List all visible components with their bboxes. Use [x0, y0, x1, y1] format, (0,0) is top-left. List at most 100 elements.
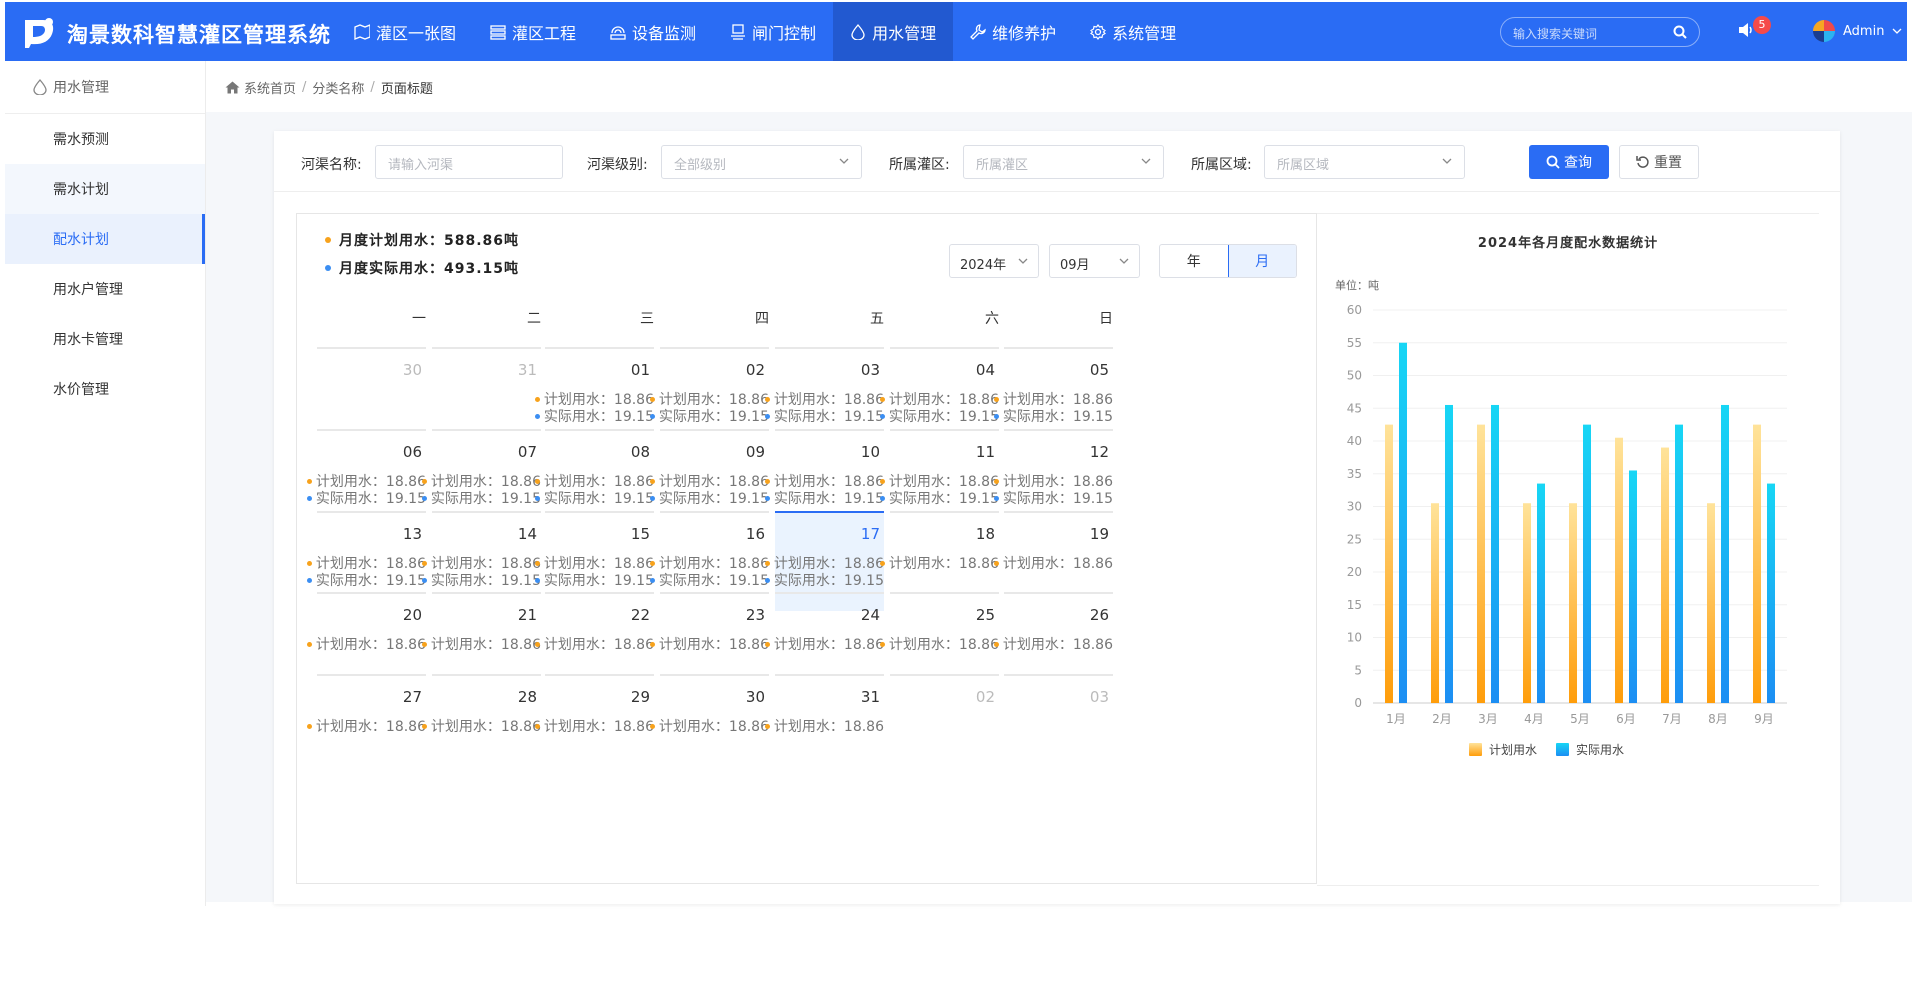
reset-button[interactable]: 重置 [1619, 145, 1699, 179]
day-number: 09 [745, 443, 765, 461]
region-select[interactable]: 所属区域 [1264, 145, 1465, 179]
blue-dot-icon [993, 413, 999, 419]
month-select[interactable]: 09月 [1049, 244, 1140, 278]
calendar-day[interactable]: 02 [890, 674, 999, 774]
orange-dot-icon [764, 396, 770, 402]
actual-text: 实际用水：19.15 [315, 491, 426, 507]
chart-panel: 2024年各月度配水数据统计 单位：吨 0 5 10 15 20 25 30 35 40 45 50 55… [1317, 213, 1819, 886]
breadcrumb-category[interactable]: 分类名称 [312, 78, 364, 97]
district-placeholder: 所属灌区 [976, 158, 1029, 173]
main-nav: 灌区一张图 灌区工程 设备监测 闸门控制 用水管理 维修养护 系统管理 [337, 2, 1193, 61]
actual-text: 实际用水：19.15 [773, 409, 884, 425]
home-icon[interactable] [225, 81, 240, 94]
calendar-day[interactable]: 28 计划用水：18.86 [421, 674, 541, 774]
water-drop-icon [33, 79, 47, 95]
nav-item-7[interactable]: 系统管理 [1073, 2, 1193, 61]
orange-dot-icon [993, 641, 999, 647]
monitor-icon [610, 25, 626, 40]
day-number: 26 [1089, 606, 1109, 624]
blue-dot-icon [649, 495, 655, 501]
day-number: 27 [402, 688, 422, 706]
sidebar-item-4[interactable]: 用水户管理 [5, 264, 205, 314]
actual-text: 实际用水：19.15 [773, 491, 884, 507]
weekday-header: 二 [527, 311, 541, 327]
search-input[interactable]: 输入搜索关键词 [1500, 17, 1700, 47]
top-navbar: 淘景数科智慧灌区管理系统 灌区一张图 灌区工程 设备监测 闸门控制 用水管理 维修养护 系统… [5, 2, 1907, 61]
day-number: 24 [860, 606, 880, 624]
blue-dot-icon [764, 577, 770, 583]
orange-dot-icon [649, 396, 655, 402]
day-number: 13 [402, 525, 422, 543]
orange-dot-icon [764, 478, 770, 484]
planned-text: 计划用水：18.86 [430, 637, 541, 653]
y-tick-label: 10 [1347, 631, 1362, 645]
legend-planned-swatch [1469, 743, 1482, 756]
region-label: 所属区域: [1191, 157, 1252, 173]
sidebar-item-3[interactable]: 配水计划 [5, 214, 205, 264]
day-number: 10 [860, 443, 880, 461]
user-menu[interactable]: Admin [1813, 20, 1902, 42]
orange-dot-icon [879, 478, 885, 484]
sidebar-menu: 需水预测需水计划 配水计划用水户管理用水卡管理 水价管理 [5, 114, 205, 414]
user-name: Admin [1843, 23, 1885, 39]
blue-dot-icon [649, 413, 655, 419]
nav-label: 灌区一张图 [376, 23, 457, 43]
x-tick-label: 2月 [1432, 712, 1452, 726]
orange-dot-icon [534, 478, 540, 484]
day-number: 08 [630, 443, 650, 461]
search-icon[interactable] [1673, 25, 1687, 39]
x-tick-label: 1月 [1386, 712, 1406, 726]
calendar-day[interactable]: 31 计划用水：18.86 [764, 674, 884, 774]
year-view-button[interactable]: 年 [1160, 245, 1228, 277]
actual-line: 实际用水：19.15 [534, 488, 654, 508]
sidebar-item-label: 用水户管理 [53, 282, 123, 298]
actual-text: 实际用水：19.15 [543, 573, 654, 589]
day-number: 14 [517, 525, 537, 543]
nav-label: 灌区工程 [512, 23, 577, 43]
actual-text: 实际用水：19.15 [1002, 491, 1113, 507]
nav-item-4[interactable]: 闸门控制 [713, 2, 833, 61]
nav-label: 系统管理 [1112, 23, 1177, 43]
reset-label: 重置 [1654, 155, 1682, 171]
planned-line: 计划用水：18.86 [649, 634, 769, 654]
planned-line: 计划用水：18.86 [879, 634, 999, 654]
blue-dot-icon [764, 413, 770, 419]
calendar-day[interactable]: 27 计划用水：18.86 [306, 674, 426, 774]
blue-dot-icon [879, 495, 885, 501]
nav-item-5[interactable]: 用水管理 [833, 2, 954, 61]
canal-name-input[interactable]: 请输入河渠 [375, 145, 563, 179]
planned-line: 计划用水：18.86 [534, 634, 654, 654]
sidebar-item-1[interactable]: 需水预测 [5, 114, 205, 164]
planned-text: 计划用水：18.86 [543, 719, 654, 735]
refresh-icon [1636, 156, 1649, 168]
breadcrumb-home[interactable]: 系统首页 [244, 78, 296, 97]
day-number: 18 [975, 525, 995, 543]
calendar-day[interactable]: 30 计划用水：18.86 [649, 674, 769, 774]
actual-text: 实际用水：19.15 [888, 409, 999, 425]
nav-item-6[interactable]: 维修养护 [953, 2, 1073, 61]
district-select[interactable]: 所属灌区 [963, 145, 1164, 179]
sidebar-item-2[interactable]: 需水计划 [5, 164, 205, 214]
year-select[interactable]: 2024年 [949, 244, 1039, 278]
y-tick-label: 35 [1347, 467, 1362, 481]
calendar-day[interactable]: 03 [1004, 674, 1113, 774]
planned-bar [1569, 503, 1577, 703]
sidebar-item-6[interactable]: 水价管理 [5, 364, 205, 414]
orange-dot-icon [764, 723, 770, 729]
nav-item-3[interactable]: 设备监测 [593, 2, 713, 61]
planned-line: 计划用水：18.86 [764, 634, 884, 654]
day-number: 30 [745, 688, 765, 706]
day-number: 31 [860, 688, 880, 706]
sidebar-item-label: 需水预测 [53, 132, 109, 148]
orange-dot-icon [764, 641, 770, 647]
nav-item-1[interactable]: 灌区一张图 [337, 2, 473, 61]
calendar-day[interactable]: 29 计划用水：18.86 [534, 674, 654, 774]
sidebar-item-5[interactable]: 用水卡管理 [5, 314, 205, 364]
blue-dot-icon [306, 495, 312, 501]
query-button[interactable]: 查询 [1529, 145, 1609, 179]
actual-line: 实际用水：19.15 [649, 488, 769, 508]
weekday-header: 四 [755, 311, 769, 327]
nav-item-2[interactable]: 灌区工程 [473, 2, 593, 61]
month-view-button[interactable]: 月 [1227, 245, 1296, 277]
canal-level-select[interactable]: 全部级别 [661, 145, 862, 179]
